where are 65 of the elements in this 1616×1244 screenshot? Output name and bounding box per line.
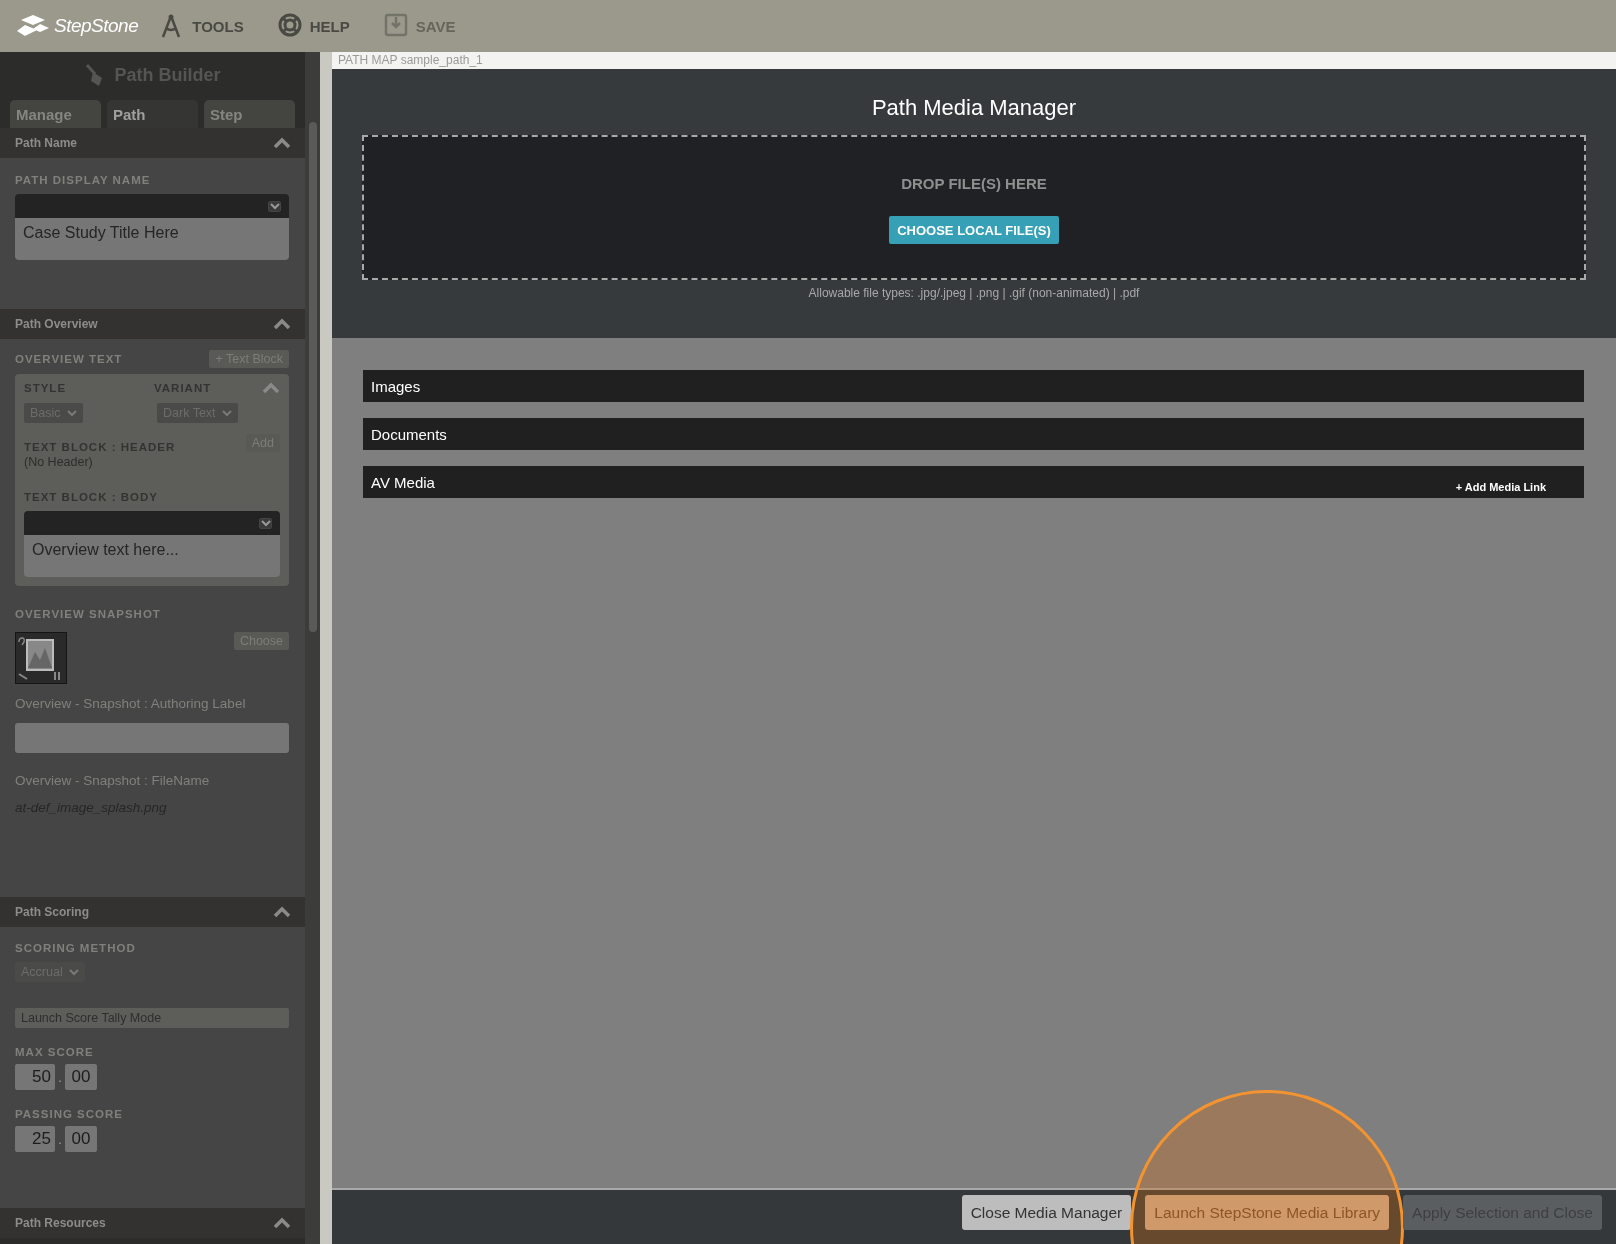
tab[interactable]: Path [107, 100, 198, 128]
text-editor[interactable]: Case Study Title Here [15, 194, 289, 260]
number-field[interactable]: 50 [15, 1064, 55, 1090]
caret-icon [68, 968, 79, 976]
text-editor[interactable]: Overview text here... [24, 511, 280, 577]
field-label: OVERVIEW TEXT [15, 353, 123, 365]
number-field[interactable]: 00 [64, 1126, 97, 1152]
editor-text: Overview text here... [24, 535, 280, 577]
category-header[interactable]: Images [363, 370, 1584, 402]
caret-icon [221, 409, 232, 417]
chevron-up-icon[interactable] [273, 1217, 291, 1229]
field-label: OVERVIEW SNAPSHOT [15, 608, 162, 620]
save-icon [383, 13, 408, 39]
field-label: Overview - Snapshot : Authoring Label [15, 696, 247, 711]
dialog-button[interactable]: Launch StepStone Media Library [1145, 1195, 1390, 1230]
number-field[interactable]: 25 [15, 1126, 55, 1152]
dropdown-button[interactable] [268, 200, 281, 212]
breadcrumb: PATH MAP sample_path_1 [332, 52, 1616, 69]
add-media-link[interactable]: + Add Media Link [1455, 481, 1546, 493]
caret-icon [260, 519, 271, 527]
logo-icon [16, 14, 50, 38]
section-title: Path Overview [15, 317, 98, 331]
scrollbar-track[interactable] [305, 52, 320, 1244]
logo-text: StepStone [54, 15, 139, 37]
chevron-up-icon[interactable] [273, 137, 291, 149]
category-header[interactable]: Documents [363, 418, 1584, 450]
file-types-note: Allowable file types: .jpg/.jpeg | .png | .gif (non-animated) | .pdf [808, 286, 1140, 300]
section-title: Path Name [15, 136, 78, 150]
chevron-up-icon[interactable] [273, 318, 291, 330]
category-title: Images [371, 377, 421, 395]
field-label: SCORING METHOD [15, 942, 137, 954]
section-title: Path Scoring [15, 905, 89, 919]
section-header[interactable]: Path Name [0, 128, 305, 158]
field-label: Overview - Snapshot : FileName [15, 773, 211, 788]
lifebuoy-icon [277, 13, 302, 39]
decimal-point: . [58, 1069, 62, 1085]
section-title: Path Resources [15, 1216, 106, 1230]
drop-zone[interactable]: DROP FILE(S) HERE CHOOSE LOCAL FILE(S) [362, 135, 1586, 280]
field-label: MAX SCORE [15, 1046, 95, 1058]
choose-files-button[interactable]: CHOOSE LOCAL FILE(S) [889, 216, 1059, 244]
dropdown-button[interactable] [259, 517, 272, 529]
tab[interactable]: Manage [10, 100, 101, 128]
field-label: PATH DISPLAY NAME [15, 174, 152, 186]
number-field[interactable]: 00 [64, 1064, 97, 1090]
category-title: AV Media [371, 473, 435, 491]
category-header[interactable]: AV Media + Add Media Link [363, 466, 1584, 498]
caret-icon [66, 409, 77, 417]
drop-hint: DROP FILE(S) HERE [901, 175, 1047, 192]
dialog-button[interactable]: Close Media Manager [961, 1195, 1132, 1230]
menu-button[interactable]: HELP [277, 13, 350, 39]
category-title: Documents [371, 425, 447, 443]
dialog-title: Path Media Manager [871, 95, 1077, 121]
chevron-up-icon[interactable] [273, 906, 291, 918]
section-header[interactable]: Path Resources [0, 1208, 305, 1238]
decimal-point: . [58, 1131, 62, 1147]
tab[interactable]: Step [204, 100, 295, 128]
section-header[interactable]: Path Overview [0, 309, 305, 339]
input-field[interactable] [15, 723, 289, 753]
caret-icon [269, 202, 280, 210]
section-header[interactable]: Path Scoring [0, 897, 305, 927]
scrollbar-thumb[interactable] [308, 122, 317, 632]
image-thumbnail-icon [15, 632, 67, 684]
field-label: PASSING SCORE [15, 1108, 124, 1120]
menu-button[interactable]: TOOLS [160, 13, 244, 39]
editor-text: Case Study Title Here [15, 218, 289, 260]
